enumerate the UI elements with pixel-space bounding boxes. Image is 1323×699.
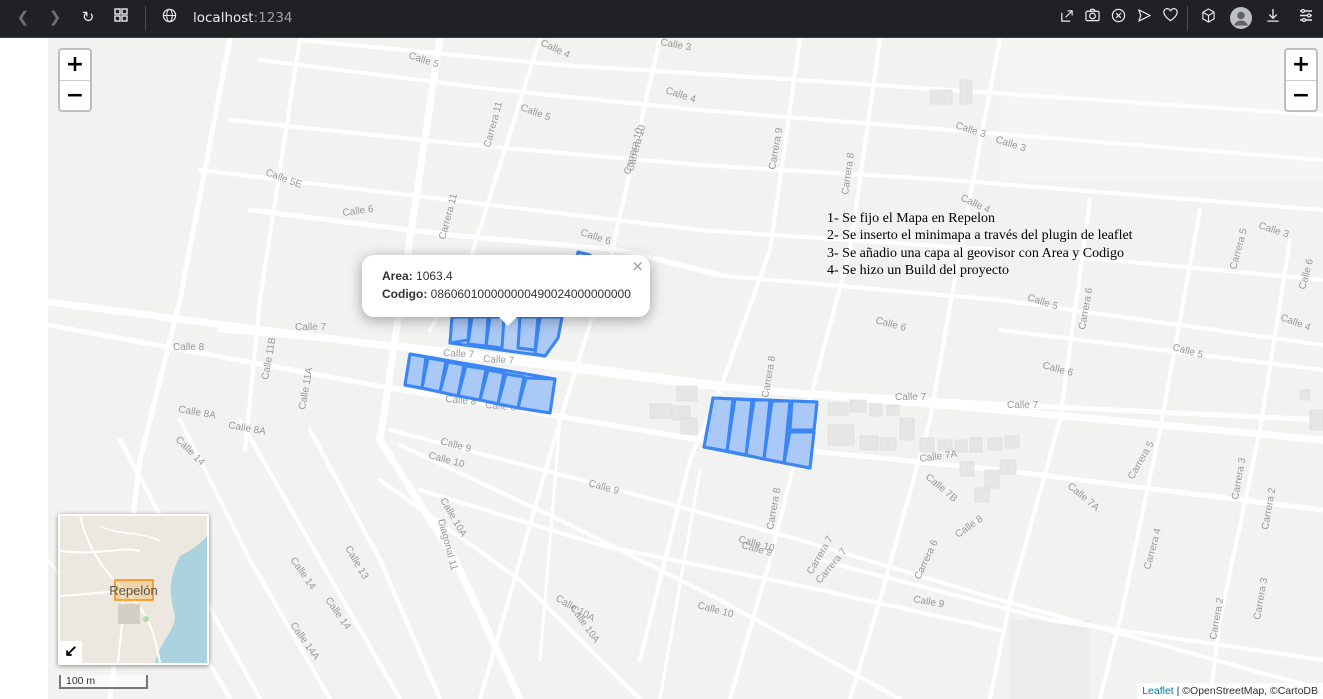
street-label: Calle 13 <box>342 544 370 582</box>
minimap-toggle-button[interactable]: ↙ <box>60 641 82 663</box>
codigo-value: 086060100000000490024000000000 <box>430 287 631 301</box>
popup-close-button[interactable]: × <box>631 257 644 275</box>
codigo-label: Codigo: <box>382 287 428 301</box>
parcel-polygon[interactable] <box>516 376 557 415</box>
send-icon[interactable] <box>1134 8 1154 28</box>
parcel-polygon[interactable] <box>466 315 490 348</box>
basemap-tiles: Calle 5 Calle 3 Calle 4 Calle 5 Calle 4 Carre… <box>48 38 1323 699</box>
minimap[interactable]: Repelón ↙ <box>58 514 209 665</box>
scale-bar: 100 m <box>59 675 148 689</box>
download-icon[interactable] <box>1263 8 1283 28</box>
tabs-grid-icon[interactable] <box>111 8 131 28</box>
street-label: Calle 7A <box>1065 481 1101 514</box>
street-label: Calle 9 <box>912 594 945 610</box>
zoom-control-main: + − <box>58 48 92 112</box>
park-area <box>1010 620 1090 699</box>
parcel-popup: Area: 1063.4 Codigo: 0860601000000004900… <box>362 255 650 317</box>
reload-icon[interactable]: ↻ <box>78 8 98 28</box>
url-host: localhost <box>193 10 254 26</box>
street-label: Calle 5E <box>264 167 304 190</box>
street-label: Calle 7 <box>483 354 515 367</box>
area-value: 1063.4 <box>416 269 453 283</box>
minimap-town-label: Repelón <box>109 583 158 598</box>
browser-toolbar: ❮ ❯ ↻ localhost:1234 <box>0 0 1323 38</box>
cube-icon[interactable] <box>1198 8 1218 28</box>
street-label: Carrera 11 <box>482 100 505 149</box>
attribution: Leaflet | ©OpenStreetMap, ©CartoDB <box>1137 683 1323 699</box>
notes-list: 1- Se fijo el Mapa en Repelon 2- Se inse… <box>827 210 1133 279</box>
street-label: Calle 8 <box>173 342 205 353</box>
street-label: Calle 8A <box>177 404 216 421</box>
url-port: :1234 <box>253 10 293 26</box>
popup-tip <box>498 316 518 326</box>
street-label: Calle 5 <box>519 102 552 123</box>
street-label: Calle 3 <box>659 38 692 53</box>
leaflet-map[interactable]: Calle 5 Calle 3 Calle 4 Calle 5 Calle 4 Carre… <box>48 38 1323 699</box>
street-label: Calle 8 <box>953 513 985 540</box>
street-label: Calle 3 <box>1257 220 1290 240</box>
zoom-out-button[interactable]: − <box>1286 81 1316 111</box>
street-label: Calle 9 <box>587 478 620 497</box>
toolbar-separator <box>1187 6 1188 31</box>
street-label: Calle 5 <box>1026 292 1059 312</box>
parcel-polygon[interactable] <box>782 430 816 470</box>
street-label: Calle 6 <box>1297 257 1316 290</box>
street-label: Carrera 3 <box>1252 577 1270 621</box>
street-label: Calle 4 <box>664 85 697 105</box>
address-bar[interactable]: localhost:1234 <box>193 10 293 26</box>
forward-icon[interactable]: ❯ <box>45 8 65 28</box>
street-label: Calle 6 <box>874 315 907 334</box>
toolbar-separator <box>145 6 146 31</box>
attribution-text: | ©OpenStreetMap, ©CartoDB <box>1173 685 1318 697</box>
street-label: Calle 7B <box>923 472 959 505</box>
street-label: Calle 9 <box>439 436 472 455</box>
street-label: Carrera 6 <box>913 538 941 581</box>
zoom-in-button[interactable]: + <box>1286 50 1316 81</box>
back-icon[interactable]: ❮ <box>13 8 33 28</box>
menu-icon[interactable] <box>1296 8 1316 28</box>
street-label: Calle 14 <box>323 595 353 632</box>
note-item: 4- Se hizo un Build del proyecto <box>827 262 1009 278</box>
area-label: Area: <box>382 269 413 283</box>
street-label: Carrera 2 <box>1208 597 1226 641</box>
camera-icon[interactable] <box>1082 8 1102 28</box>
street-label: Calle 4 <box>1279 312 1312 333</box>
close-circle-icon[interactable] <box>1108 8 1128 28</box>
note-item: 1- Se fijo el Mapa en Repelon <box>827 211 995 226</box>
parcel-polygon[interactable] <box>533 315 564 358</box>
popup-area-line: Area: 1063.4 <box>382 269 453 283</box>
street-label: Calle 7 <box>1007 400 1039 411</box>
street-label: Carrera 4 <box>1142 527 1164 571</box>
street-label: Carrera 2 <box>1260 487 1278 531</box>
street-label: Calle 6 <box>342 204 375 219</box>
site-info-icon[interactable] <box>159 8 179 28</box>
street-label: Carrera 6 <box>1077 287 1095 331</box>
street-label: Calle 14 <box>288 555 318 592</box>
popup-codigo-line: Codigo: 086060100000000490024000000000 <box>382 287 631 301</box>
zoom-out-button[interactable]: − <box>60 81 90 111</box>
share-icon[interactable] <box>1056 8 1076 28</box>
page-margin <box>0 38 48 699</box>
zoom-in-button[interactable]: + <box>60 50 90 81</box>
street-label: Calle 5 <box>1171 342 1204 361</box>
note-item: 3- Se añadio una capa al geovisor con Ar… <box>827 245 1125 261</box>
street-label: Calle 11B <box>260 336 278 380</box>
profile-icon[interactable] <box>1230 7 1252 29</box>
street-label: Calle 7 <box>895 392 927 403</box>
leaflet-link[interactable]: Leaflet <box>1142 685 1174 697</box>
street-label: Calle 7 <box>443 348 475 361</box>
zoom-control-secondary: + − <box>1284 48 1318 112</box>
street-label: Calle 7 <box>295 322 327 333</box>
street-label: Carrera 5 <box>1228 227 1250 271</box>
heart-icon[interactable] <box>1160 8 1180 28</box>
note-item: 2- Se inserto el minimapa a través del p… <box>827 228 1133 244</box>
parcel-polygon[interactable] <box>788 399 819 432</box>
street-label: Calle 4 <box>539 38 572 61</box>
parcel-polygon[interactable] <box>448 315 472 345</box>
